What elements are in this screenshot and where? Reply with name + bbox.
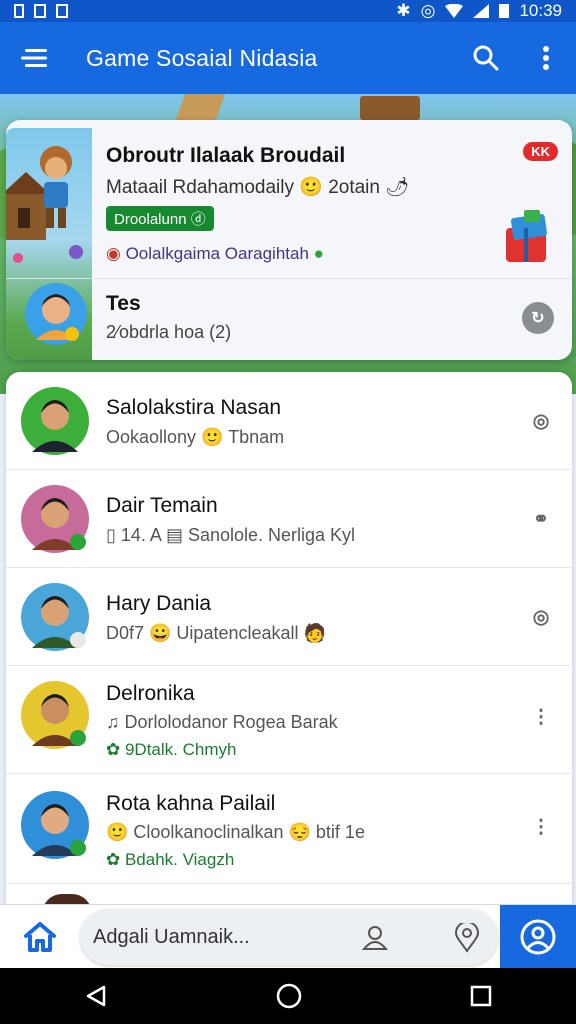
badge-icon: ◉ xyxy=(106,244,121,263)
location-pin-icon[interactable] xyxy=(452,923,482,953)
more-options-button[interactable]: ⋮ xyxy=(528,704,554,730)
featured-activity-text: Oolalkgaima Oaragihtah xyxy=(125,244,309,263)
bottom-navigation: Adgali Uamnaik... xyxy=(0,904,576,969)
link-icon: ⚭ xyxy=(533,508,549,530)
message-input[interactable]: Adgali Uamnaik... xyxy=(80,909,498,965)
sim-icon xyxy=(14,4,24,18)
status-icon: ◎ xyxy=(532,410,550,432)
refresh-icon: ↻ xyxy=(531,310,545,327)
featured-activity: ◉ Oolalkgaima Oaragihtah ● xyxy=(106,244,324,264)
expand-button[interactable]: ↻ xyxy=(522,302,554,334)
location-icon: ◎ xyxy=(420,1,436,20)
featured-game-card[interactable]: Obroutr Ilalaak Broudail Mataail Rdahamo… xyxy=(6,120,572,360)
back-icon[interactable] xyxy=(84,984,108,1008)
friend-status: ▯ 14. A ▤ Sanolole. Nerliga Kyl xyxy=(106,525,356,545)
account-icon xyxy=(520,919,556,955)
system-icons: ✱ ◎ 10:39 xyxy=(396,1,562,21)
menu-button[interactable] xyxy=(0,22,72,94)
app-title: Game Sosaial Nidasia xyxy=(86,44,318,71)
friend-status: 🙂 Cloolkanoclinalkan 😔 btif 1e xyxy=(106,822,365,842)
friend-name: Salolakstira Nasan xyxy=(106,396,282,419)
search-icon xyxy=(473,45,499,71)
avatar xyxy=(21,583,89,651)
friend-name: Delronika xyxy=(106,682,195,705)
signal-icon xyxy=(473,4,490,18)
friend-status: Ookaollony 🙂 Tbnam xyxy=(106,427,285,447)
more-options-button[interactable] xyxy=(516,22,576,94)
status-bar: ✱ ◎ 10:39 xyxy=(0,0,576,22)
friend-name: Dair Temain xyxy=(106,494,218,517)
more-vert-icon xyxy=(543,46,549,70)
home-icon xyxy=(24,922,56,952)
gift-box-icon[interactable] xyxy=(502,208,554,268)
friend-status: 2⁄obdrla hoa (2) xyxy=(106,322,232,342)
image-icon xyxy=(34,4,46,18)
app-bar: Game Sosaial Nidasia xyxy=(0,22,576,94)
status-indicator[interactable]: ◎ xyxy=(528,408,554,434)
search-button[interactable] xyxy=(456,22,516,94)
more-icon: ⋮ xyxy=(531,706,551,728)
notification-badge[interactable]: KK xyxy=(523,142,558,161)
friends-list: Salolakstira Nasan Ookaollony 🙂 Tbnam ◎ … xyxy=(6,372,572,912)
more-icon: ⋮ xyxy=(531,816,551,838)
clock: 10:39 xyxy=(519,1,562,20)
list-item[interactable]: Salolakstira Nasan Ookaollony 🙂 Tbnam ◎ xyxy=(6,372,572,470)
avatar xyxy=(21,485,89,553)
avatar xyxy=(21,387,89,455)
friend-name: Rota kahna Pailail xyxy=(106,792,276,815)
status-badge: Droolalunn ⓓ xyxy=(106,206,214,231)
battery-icon xyxy=(499,4,510,18)
edit-icon xyxy=(56,4,68,18)
notification-icons xyxy=(14,4,68,18)
more-options-button[interactable]: ⋮ xyxy=(528,814,554,840)
status-icon: ◎ xyxy=(532,606,550,628)
avatar[interactable] xyxy=(24,282,88,346)
recents-icon[interactable] xyxy=(470,985,492,1007)
friend-name: Tes xyxy=(106,292,141,315)
friend-status: D0f7 😀 Uipatencleakall 🧑 xyxy=(106,623,326,643)
friend-status: ♫ Dorlolodanor Rogea Barak xyxy=(106,712,338,732)
smile-icon: ● xyxy=(313,244,324,263)
bluetooth-icon: ✱ xyxy=(396,1,411,20)
friends-icon[interactable] xyxy=(360,923,390,953)
avatar xyxy=(21,681,89,749)
divider xyxy=(6,278,572,279)
list-item[interactable]: Delronika ♫ Dorlolodanor Rogea Barak ✿ 9… xyxy=(6,666,572,774)
friend-name: Hary Dania xyxy=(106,592,212,615)
wifi-icon xyxy=(445,4,464,18)
input-placeholder: Adgali Uamnaik... xyxy=(93,926,250,948)
home-button[interactable] xyxy=(8,913,72,961)
friend-game: ✿ Bdahk. Viagzh xyxy=(106,850,235,869)
home-circle-icon[interactable] xyxy=(276,983,302,1009)
list-item[interactable]: Rota kahna Pailail 🙂 Cloolkanoclinalkan … xyxy=(6,774,572,884)
friend-game: ✿ 9Dtalk. Chmyh xyxy=(106,740,237,759)
list-item[interactable]: Hary Dania D0f7 😀 Uipatencleakall 🧑 ◎ xyxy=(6,568,572,666)
avatar xyxy=(21,791,89,859)
featured-title: Obroutr Ilalaak Broudail xyxy=(106,144,346,167)
system-navigation-bar xyxy=(0,968,576,1024)
status-indicator[interactable]: ⚭ xyxy=(528,506,554,532)
featured-subtitle: Mataail Rdahamodaily 🙂 2otain 🌶 xyxy=(106,177,410,198)
menu-icon xyxy=(21,49,47,67)
profile-button[interactable] xyxy=(500,905,576,969)
list-item[interactable]: Dair Temain ▯ 14. A ▤ Sanolole. Nerliga … xyxy=(6,470,572,568)
status-indicator[interactable]: ◎ xyxy=(528,604,554,630)
